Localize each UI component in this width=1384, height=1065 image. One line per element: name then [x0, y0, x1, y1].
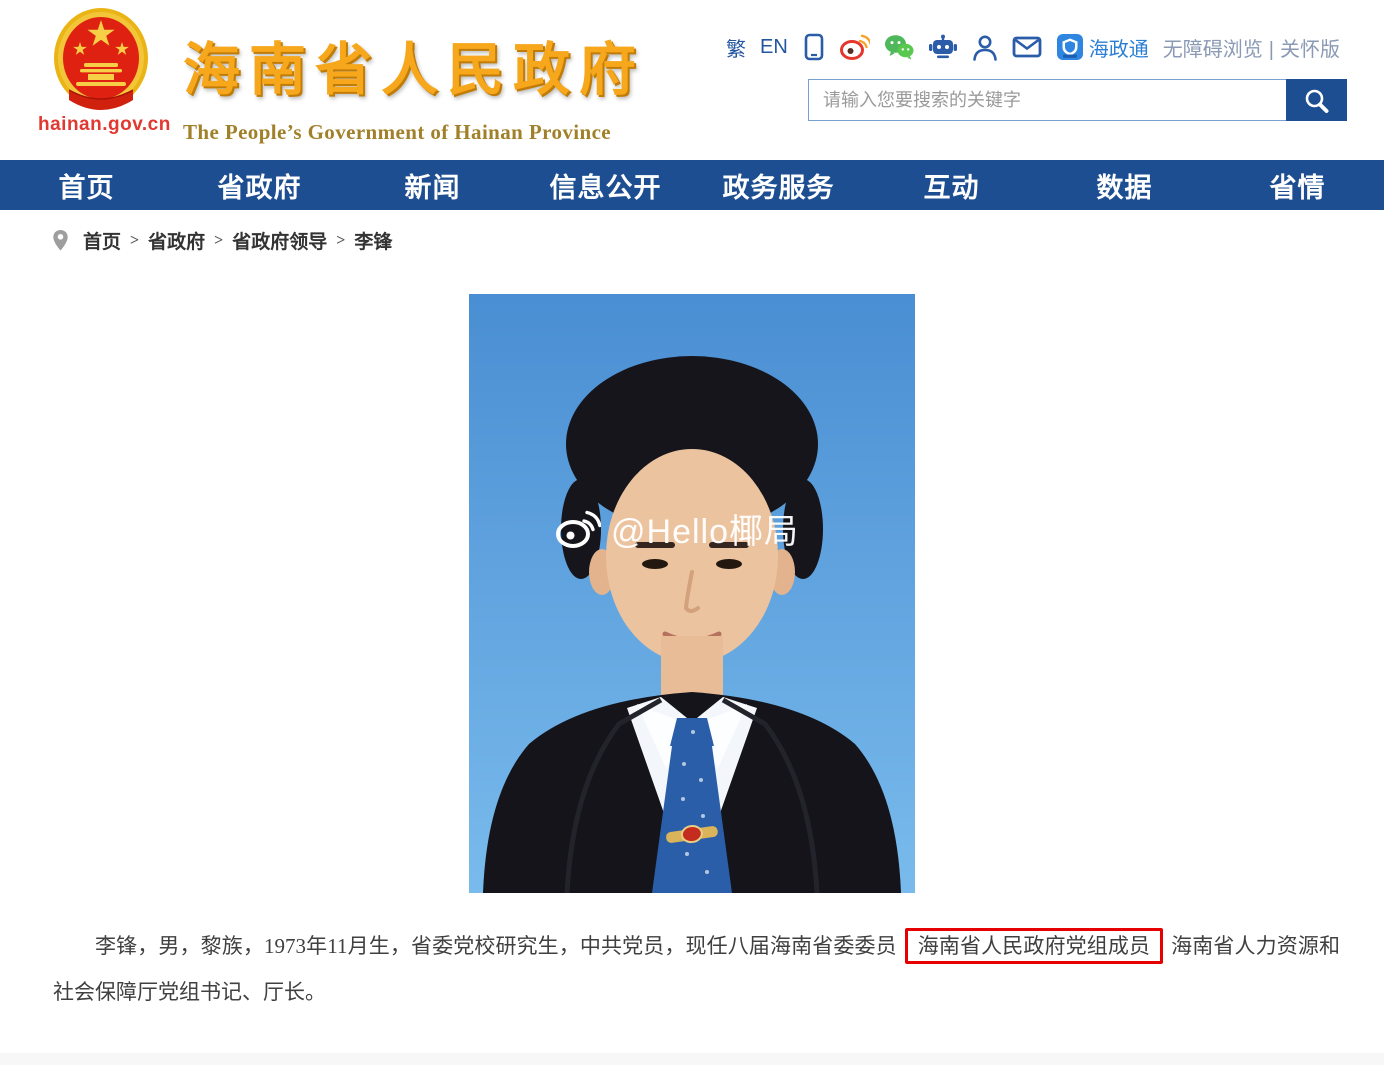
site-title-block: 海南省人民政府 The People’s Government of Haina… [183, 24, 645, 145]
search-input[interactable] [808, 79, 1286, 121]
haizhengtong-app-icon [1056, 33, 1084, 61]
mobile-icon[interactable] [802, 33, 826, 61]
utility-bar: 繁 EN [726, 30, 1340, 64]
nav-item-province-profile[interactable]: 省情 [1211, 160, 1384, 210]
nav-item-provincial-government[interactable]: 省政府 [173, 160, 346, 210]
breadcrumb-separator: > [130, 232, 139, 250]
accessibility-link[interactable]: 无障碍浏览 [1163, 39, 1263, 61]
traditional-chinese-toggle[interactable]: 繁 [726, 33, 746, 62]
nav-item-news[interactable]: 新闻 [346, 160, 519, 210]
search-bar [808, 79, 1347, 121]
nav-item-info-disclosure[interactable]: 信息公开 [519, 160, 692, 210]
nav-item-gov-services[interactable]: 政务服务 [692, 160, 865, 210]
english-toggle[interactable]: EN [760, 36, 788, 59]
robot-icon[interactable] [928, 34, 958, 60]
nav-item-home[interactable]: 首页 [0, 160, 173, 210]
user-icon[interactable] [972, 34, 998, 61]
weibo-icon[interactable] [840, 34, 870, 60]
breadcrumb: 首页 > 省政府 > 省政府领导 > 李锋 [52, 227, 1384, 254]
highlighted-title-red-box: 海南省人民政府党组成员 [905, 928, 1163, 964]
bio-article: 李锋，男，黎族，1973年11月生，省委党校研究生，中共党员，现任八届海南省委委… [53, 923, 1340, 1015]
accessibility-divider: | [1269, 39, 1274, 61]
search-icon [1303, 87, 1330, 114]
search-button[interactable] [1286, 79, 1347, 121]
accessibility-links: 无障碍浏览 | 关怀版 [1163, 33, 1340, 62]
nav-item-interaction[interactable]: 互动 [865, 160, 1038, 210]
nav-item-data[interactable]: 数据 [1038, 160, 1211, 210]
breadcrumb-current-li-feng: 李锋 [354, 227, 392, 254]
bio-paragraph: 李锋，男，黎族，1973年11月生，省委党校研究生，中共党员，现任八届海南省委委… [53, 923, 1340, 1015]
bio-text-before: 李锋，男，黎族，1973年11月生，省委党校研究生，中共党员，现任八届海南省委委… [95, 934, 897, 958]
site-title: 海南省人民政府 [183, 24, 645, 106]
page: hainan.gov.cn 海南省人民政府 The People’s Gover… [0, 0, 1384, 1065]
wechat-icon[interactable] [884, 34, 914, 60]
haizhengtong-label: 海政通 [1089, 33, 1149, 62]
official-portrait-photo: @Hello椰局 [469, 294, 915, 893]
breadcrumb-leaders[interactable]: 省政府领导 [232, 227, 327, 254]
site-subtitle: The People’s Government of Hainan Provin… [183, 120, 645, 145]
location-pin-icon [52, 229, 69, 252]
breadcrumb-home[interactable]: 首页 [83, 227, 121, 254]
site-header: hainan.gov.cn 海南省人民政府 The People’s Gover… [0, 0, 1384, 160]
portrait-image [469, 294, 915, 893]
breadcrumb-separator: > [214, 232, 223, 250]
haizhengtong-link[interactable]: 海政通 [1056, 33, 1149, 62]
main-nav: 首页 省政府 新闻 信息公开 政务服务 互动 数据 省情 [0, 160, 1384, 210]
mail-icon[interactable] [1012, 35, 1042, 59]
care-version-link[interactable]: 关怀版 [1280, 39, 1340, 61]
breadcrumb-separator: > [336, 232, 345, 250]
footer-strip [0, 1053, 1384, 1065]
logo-domain-text: hainan.gov.cn [38, 114, 164, 136]
breadcrumb-provincial-government[interactable]: 省政府 [148, 227, 205, 254]
national-emblem-icon [50, 6, 152, 116]
site-logo[interactable]: hainan.gov.cn [38, 6, 164, 136]
